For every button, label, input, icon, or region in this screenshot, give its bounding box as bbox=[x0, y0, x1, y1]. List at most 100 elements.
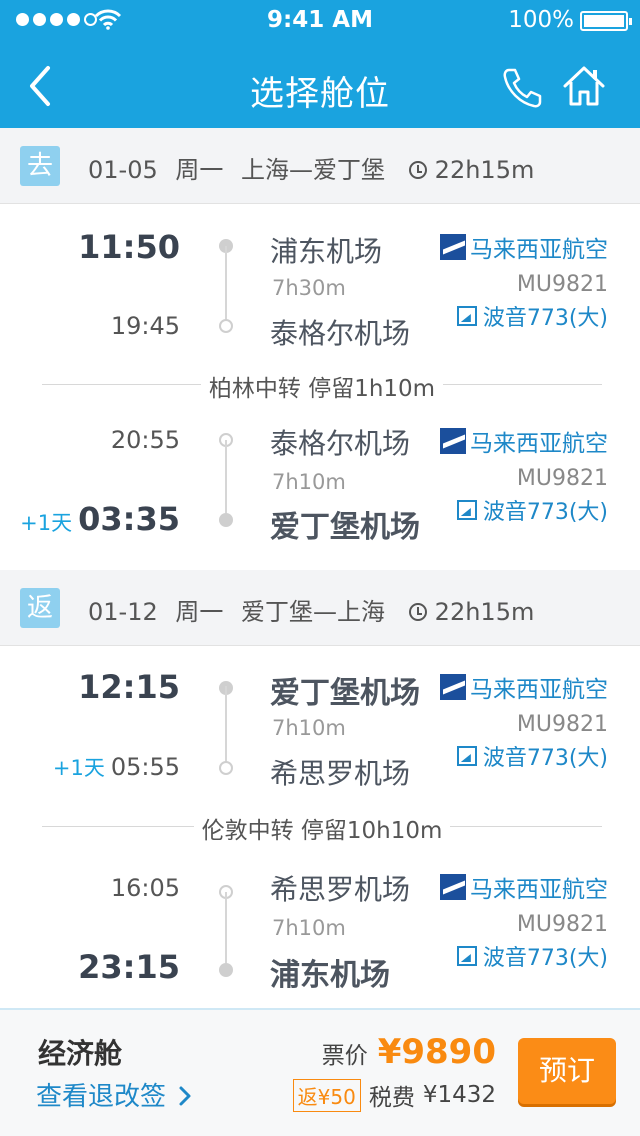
tax-row: 返¥50 税费 ¥1432 bbox=[292, 1078, 496, 1112]
refund-rules-label: 查看退改签 bbox=[36, 1082, 167, 1112]
return-tag: 返 bbox=[20, 588, 60, 628]
outbound-tag: 去 bbox=[20, 146, 60, 186]
airline-logo-icon bbox=[440, 874, 466, 900]
arrival-airport: 希思罗机场 bbox=[270, 757, 411, 790]
aircraft-name: 波音773(大) bbox=[482, 306, 608, 331]
aircraft-name: 波音773(大) bbox=[482, 500, 608, 525]
return-date: 01-12 bbox=[88, 598, 158, 626]
price-row: 票价 ¥9890 bbox=[322, 1032, 496, 1072]
phone-icon[interactable] bbox=[500, 66, 544, 110]
airline-name: 马来西亚航空 bbox=[470, 431, 608, 457]
aircraft-type: 波音773(大) bbox=[456, 300, 608, 332]
departure-airport: 爱丁堡机场 bbox=[270, 676, 420, 711]
departure-time: 20:55 bbox=[110, 426, 180, 454]
arrival-time: +1天 05:55 bbox=[53, 752, 180, 782]
flight-duration: 7h10m bbox=[272, 470, 346, 494]
arrival-airport: 泰格尔机场 bbox=[270, 317, 411, 350]
return-header: 返 01-12 周一 爱丁堡—上海 22h15m bbox=[0, 570, 640, 646]
transfer-text: 柏林中转 停留1h10m bbox=[200, 376, 444, 402]
arrival-dot bbox=[219, 761, 233, 775]
outbound-route: 上海—爱丁堡 bbox=[241, 156, 386, 184]
airline: 马来西亚航空 bbox=[440, 230, 608, 264]
clock-icon bbox=[408, 161, 427, 179]
arrival-dot bbox=[219, 513, 233, 527]
departure-airport: 浦东机场 bbox=[270, 235, 383, 268]
arrival-time-value: 03:35 bbox=[78, 500, 180, 538]
cabin-class: 经济舱 bbox=[38, 1037, 123, 1070]
arrival-time: 19:45 bbox=[111, 312, 180, 340]
aircraft-type: 波音773(大) bbox=[456, 494, 608, 526]
day-offset: +1天 bbox=[52, 756, 105, 780]
aircraft-name: 波音773(大) bbox=[482, 946, 608, 971]
outbound-header: 去 01-05 周一 上海—爱丁堡 22h15m bbox=[0, 128, 640, 204]
aircraft-name: 波音773(大) bbox=[482, 746, 608, 771]
airline-name: 马来西亚航空 bbox=[470, 677, 608, 703]
flight-leg[interactable]: 12:15 +1天 05:55 爱丁堡机场 7h10m 希思罗机场 马来西亚航空 … bbox=[0, 668, 640, 790]
route-line bbox=[225, 892, 227, 972]
header: 9:41 AM 100% 选择舱位 bbox=[0, 0, 640, 128]
book-button[interactable]: 预订 bbox=[518, 1038, 616, 1104]
tax-label: 税费 bbox=[368, 1085, 415, 1111]
flight-leg[interactable]: 20:55 +1天 03:35 泰格尔机场 7h10m 爱丁堡机场 马来西亚航空 … bbox=[0, 422, 640, 545]
flight-number: MU9821 bbox=[516, 272, 608, 297]
outbound-date: 01-05 bbox=[88, 156, 158, 184]
airline-name: 马来西亚航空 bbox=[470, 237, 608, 263]
return-duration: 22h15m bbox=[434, 598, 535, 626]
departure-time: 16:05 bbox=[110, 874, 180, 902]
refund-rules-link[interactable]: 查看退改签 bbox=[36, 1076, 192, 1113]
return-route: 爱丁堡—上海 bbox=[241, 598, 386, 626]
flight-duration: 7h10m bbox=[272, 916, 346, 940]
arrival-time-value: 05:55 bbox=[110, 753, 180, 781]
day-offset: +1天 bbox=[20, 511, 73, 535]
battery-icon bbox=[580, 11, 632, 31]
airline: 马来西亚航空 bbox=[440, 870, 608, 904]
transfer-divider: 伦敦中转 停留10h10m bbox=[42, 811, 602, 844]
aircraft-type: 波音773(大) bbox=[456, 740, 608, 772]
return-info: 01-12 周一 爱丁堡—上海 22h15m bbox=[88, 592, 544, 627]
flight-leg[interactable]: 11:50 19:45 浦东机场 7h30m 泰格尔机场 马来西亚航空 MU98… bbox=[0, 228, 640, 350]
return-weekday: 周一 bbox=[175, 598, 224, 626]
arrival-time-value: 19:45 bbox=[110, 312, 180, 340]
arrival-time-value: 23:15 bbox=[78, 948, 180, 986]
transfer-divider: 柏林中转 停留1h10m bbox=[42, 369, 602, 402]
tax-amount: ¥1432 bbox=[422, 1082, 496, 1108]
clock-icon bbox=[408, 603, 427, 621]
flight-duration: 7h30m bbox=[272, 276, 346, 300]
airline-logo-icon bbox=[440, 428, 466, 454]
image-icon bbox=[456, 746, 477, 766]
arrival-dot bbox=[219, 319, 233, 333]
flight-number: MU9821 bbox=[516, 712, 608, 737]
route-line bbox=[225, 246, 227, 326]
return-flights: 12:15 +1天 05:55 爱丁堡机场 7h10m 希思罗机场 马来西亚航空 … bbox=[0, 646, 640, 1008]
outbound-weekday: 周一 bbox=[175, 156, 224, 184]
flight-number: MU9821 bbox=[516, 466, 608, 491]
outbound-duration: 22h15m bbox=[434, 156, 535, 184]
status-bar: 9:41 AM 100% bbox=[0, 0, 640, 40]
nav-bar: 选择舱位 bbox=[0, 40, 640, 128]
arrival-airport: 爱丁堡机场 bbox=[270, 510, 420, 545]
image-icon bbox=[456, 500, 477, 520]
arrival-dot bbox=[219, 963, 233, 977]
ticket-price: ¥9890 bbox=[377, 1032, 496, 1072]
rebate-badge: 返¥50 bbox=[292, 1078, 361, 1112]
price-label: 票价 bbox=[321, 1043, 368, 1069]
home-icon[interactable] bbox=[560, 62, 608, 110]
transfer-text: 伦敦中转 停留10h10m bbox=[193, 818, 451, 844]
chevron-right-icon bbox=[179, 1086, 191, 1106]
flight-leg[interactable]: 16:05 23:15 希思罗机场 7h10m 浦东机场 马来西亚航空 MU98… bbox=[0, 868, 640, 993]
arrival-time: +1天 03:35 bbox=[20, 500, 180, 538]
airline-logo-icon bbox=[440, 674, 466, 700]
battery-percent: 100% bbox=[508, 7, 574, 33]
aircraft-type: 波音773(大) bbox=[456, 940, 608, 972]
arrival-airport: 浦东机场 bbox=[270, 958, 390, 993]
airline-logo-icon bbox=[440, 234, 466, 260]
arrival-time: 23:15 bbox=[78, 948, 180, 986]
booking-bar: 经济舱 查看退改签 票价 ¥9890 返¥50 税费 ¥1432 预订 bbox=[0, 1008, 640, 1136]
outbound-info: 01-05 周一 上海—爱丁堡 22h15m bbox=[88, 150, 544, 185]
departure-airport: 泰格尔机场 bbox=[270, 427, 411, 460]
departure-time: 11:50 bbox=[78, 228, 180, 266]
airline: 马来西亚航空 bbox=[440, 424, 608, 458]
route-line bbox=[225, 440, 227, 520]
page-title: 选择舱位 bbox=[250, 74, 390, 114]
flight-duration: 7h10m bbox=[272, 716, 346, 740]
